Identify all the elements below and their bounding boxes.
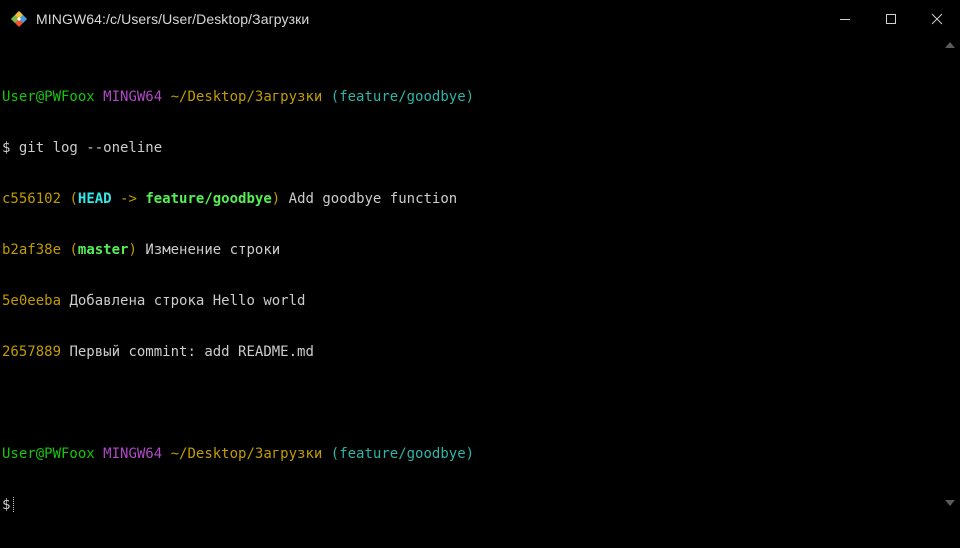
commit-hash: 2657889	[2, 344, 62, 360]
prompt-user-host: User@PWFoox	[2, 89, 95, 105]
commit-line: 5e0eeba Добавлена строка Hello world	[0, 293, 940, 310]
git-bash-icon	[10, 10, 28, 28]
prompt-user-host: User@PWFoox	[2, 446, 95, 462]
refs-close: )	[128, 242, 137, 258]
command-text: $ git log --oneline	[2, 140, 163, 156]
prompt-path: ~/Desktop/Загрузки	[170, 446, 323, 462]
commit-message: Первый commint: add README.md	[69, 344, 314, 360]
close-button[interactable]	[914, 0, 960, 38]
prompt-line: User@PWFoox MINGW64 ~/Desktop/Загрузки (…	[0, 89, 940, 106]
close-icon	[931, 13, 943, 25]
title-bar[interactable]: MINGW64:/c/Users/User/Desktop/Загрузки	[0, 0, 960, 38]
refs-close: )	[271, 191, 281, 207]
prompt-system: MINGW64	[103, 89, 163, 105]
branch-ref: feature/goodbye	[145, 191, 272, 207]
commit-message: Добавлена строка Hello world	[69, 293, 306, 309]
terminal-output[interactable]: User@PWFoox MINGW64 ~/Desktop/Загрузки (…	[0, 38, 940, 513]
commit-line: 2657889 Первый commint: add README.md	[0, 344, 940, 361]
window-controls	[822, 0, 960, 38]
terminal-window: MINGW64:/c/Users/User/Desktop/Загрузки U…	[0, 0, 960, 513]
ref-arrow: ->	[111, 191, 146, 207]
minimize-button[interactable]	[822, 0, 868, 38]
input-prompt: $	[2, 497, 11, 513]
commit-message: Add goodbye function	[288, 191, 458, 207]
commit-line: b2af38e (master) Изменение строки	[0, 242, 940, 259]
refs-open: (	[69, 242, 78, 258]
window-title: MINGW64:/c/Users/User/Desktop/Загрузки	[36, 11, 310, 27]
prompt-branch: (feature/goodbye)	[330, 446, 475, 462]
commit-hash: b2af38e	[2, 242, 62, 258]
prompt-branch: (feature/goodbye)	[330, 89, 475, 105]
refs-open: (	[69, 191, 78, 207]
scroll-up-arrow-icon[interactable]	[945, 42, 955, 48]
minimize-icon	[840, 19, 850, 20]
scroll-down-arrow-icon[interactable]	[945, 500, 955, 506]
prompt-system: MINGW64	[103, 446, 163, 462]
commit-line: c556102 (HEAD -> feature/goodbye) Add go…	[0, 191, 940, 208]
prompt-path: ~/Desktop/Загрузки	[170, 89, 323, 105]
commit-hash: c556102	[2, 191, 62, 207]
input-line[interactable]: $	[0, 497, 940, 514]
commit-hash: 5e0eeba	[2, 293, 62, 309]
commit-message: Изменение строки	[145, 242, 281, 258]
vertical-scrollbar[interactable]	[940, 38, 960, 510]
head-ref: HEAD	[77, 191, 112, 207]
command-line: $ git log --oneline	[0, 140, 940, 157]
prompt-line: User@PWFoox MINGW64 ~/Desktop/Загрузки (…	[0, 446, 940, 463]
maximize-icon	[886, 14, 896, 24]
branch-ref: master	[77, 242, 129, 258]
maximize-button[interactable]	[868, 0, 914, 38]
